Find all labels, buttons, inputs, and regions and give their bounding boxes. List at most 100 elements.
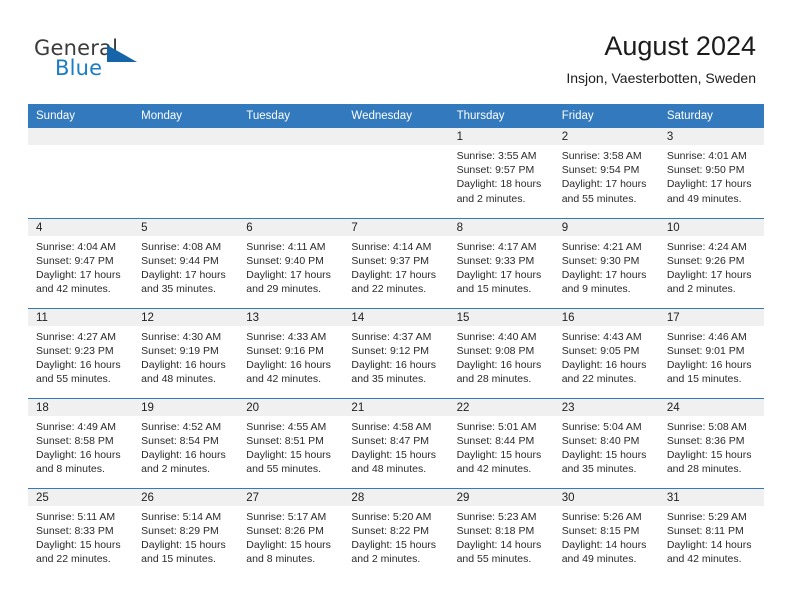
daylight-text: Daylight: 18 hours and 2 minutes. [456, 178, 542, 205]
day-number: 8 [448, 218, 554, 236]
page-header: General Blue August 2024 Insjon, Vaester… [0, 0, 792, 100]
day-number: 9 [553, 218, 659, 236]
day-number: 23 [553, 398, 659, 416]
calendar-day-cell[interactable]: 5 Sunrise: 4:08 AM Sunset: 9:44 PM Daylight… [133, 217, 239, 308]
sunset-text: Sunset: 9:30 PM [561, 254, 640, 267]
calendar-day-cell[interactable]: 1 Sunrise: 3:55 AM Sunset: 9:57 PM Daylight… [448, 128, 554, 218]
day-number: 12 [133, 308, 239, 326]
daylight-text: Daylight: 17 hours and 42 minutes. [36, 268, 121, 296]
day-details: Sunrise: 4:49 AM Sunset: 8:58 PM Daylight:… [28, 416, 133, 477]
calendar-day-cell[interactable]: 18 Sunrise: 4:49 AM Sunset: 8:58 PM Dayligh… [28, 397, 134, 488]
calendar-day-cell[interactable]: 25 Sunrise: 5:11 AM Sunset: 8:33 PM Dayligh… [28, 487, 134, 578]
sunset-text: Sunset: 8:11 PM [666, 524, 744, 537]
day-details: Sunrise: 4:40 AM Sunset: 9:08 PM Daylight:… [449, 326, 554, 387]
day-details: Sunrise: 4:11 AM Sunset: 9:40 PM Daylight:… [238, 236, 343, 297]
sunset-text: Sunset: 8:36 PM [666, 434, 745, 447]
calendar-day-cell[interactable]: 11 Sunrise: 4:27 AM Sunset: 9:23 PM Dayligh… [28, 307, 134, 398]
daylight-text: Daylight: 16 hours and 48 minutes. [141, 358, 226, 386]
calendar-day-cell[interactable]: 19 Sunrise: 4:52 AM Sunset: 8:54 PM Dayligh… [133, 397, 239, 488]
calendar-day-cell[interactable]: 12 Sunrise: 4:30 AM Sunset: 9:19 PM Dayligh… [133, 307, 239, 398]
calendar-day-cell[interactable]: 28 Sunrise: 5:20 AM Sunset: 8:22 PM Dayligh… [343, 487, 449, 578]
day-details: Sunrise: 5:11 AM Sunset: 8:33 PM Daylight:… [28, 506, 133, 567]
sunrise-text: Sunrise: 4:43 AM [561, 330, 642, 343]
calendar-day-cell[interactable]: 8 Sunrise: 4:17 AM Sunset: 9:33 PM Daylight… [448, 217, 554, 308]
calendar-day-cell[interactable]: 20 Sunrise: 4:55 AM Sunset: 8:51 PM Dayligh… [238, 397, 344, 488]
sunrise-text: Sunrise: 5:14 AM [141, 510, 222, 523]
calendar-day-cell[interactable]: 17 Sunrise: 4:46 AM Sunset: 9:01 PM Dayligh… [658, 307, 764, 398]
daylight-text: Daylight: 14 hours and 49 minutes. [561, 538, 647, 566]
day-number [28, 128, 134, 145]
sunrise-text: Sunrise: 4:40 AM [456, 330, 537, 343]
day-number [133, 128, 239, 145]
sunrise-text: Sunrise: 5:04 AM [561, 420, 642, 433]
sunset-text: Sunset: 8:22 PM [351, 524, 430, 537]
calendar-day-cell[interactable]: 2 Sunrise: 3:58 AM Sunset: 9:54 PM Daylight… [553, 128, 659, 218]
day-number: 19 [133, 398, 239, 416]
sunrise-text: Sunrise: 4:49 AM [36, 420, 116, 433]
sunset-text: Sunset: 9:44 PM [141, 254, 219, 267]
calendar-day-cell[interactable]: 13 Sunrise: 4:33 AM Sunset: 9:16 PM Dayligh… [238, 307, 344, 398]
day-details: Sunrise: 4:17 AM Sunset: 9:33 PM Daylight:… [449, 236, 554, 297]
calendar-day-cell[interactable]: 9 Sunrise: 4:21 AM Sunset: 9:30 PM Daylight… [553, 217, 659, 308]
generalblue-logo[interactable]: General Blue [34, 36, 154, 84]
day-details: Sunrise: 4:46 AM Sunset: 9:01 PM Daylight:… [659, 326, 764, 387]
sunset-text: Sunset: 9:54 PM [561, 164, 640, 177]
logo-text-blue: Blue [55, 56, 103, 80]
sunset-text: Sunset: 9:57 PM [456, 164, 535, 177]
daylight-text: Daylight: 15 hours and 35 minutes. [561, 448, 647, 476]
sunrise-text: Sunrise: 3:58 AM [561, 150, 642, 162]
day-details: Sunrise: 5:26 AM Sunset: 8:15 PM Daylight:… [554, 506, 659, 567]
daylight-text: Daylight: 14 hours and 55 minutes. [456, 538, 542, 566]
sunset-text: Sunset: 8:15 PM [561, 524, 640, 537]
calendar-page: General Blue August 2024 Insjon, Vaester… [0, 0, 792, 612]
weekday-header-tuesday: Tuesday [238, 104, 344, 128]
calendar-body: 1 Sunrise: 3:55 AM Sunset: 9:57 PM Daylight… [28, 128, 764, 578]
calendar-week-row: 18 Sunrise: 4:49 AM Sunset: 8:58 PM Dayligh… [28, 397, 764, 488]
day-number: 27 [238, 488, 344, 506]
sunrise-text: Sunrise: 4:24 AM [666, 240, 747, 253]
sunset-text: Sunset: 8:29 PM [141, 524, 219, 537]
sunset-text: Sunset: 8:47 PM [351, 434, 430, 447]
calendar-day-cell[interactable]: 22 Sunrise: 5:01 AM Sunset: 8:44 PM Dayligh… [448, 397, 554, 488]
calendar-week-row: 11 Sunrise: 4:27 AM Sunset: 9:23 PM Dayligh… [28, 307, 764, 398]
calendar-day-cell[interactable]: 6 Sunrise: 4:11 AM Sunset: 9:40 PM Daylight… [238, 217, 344, 308]
weekday-header-wednesday: Wednesday [343, 104, 449, 128]
calendar-day-cell[interactable]: 10 Sunrise: 4:24 AM Sunset: 9:26 PM Dayligh… [658, 217, 764, 308]
calendar-day-cell[interactable]: 16 Sunrise: 4:43 AM Sunset: 9:05 PM Dayligh… [553, 307, 659, 398]
calendar-day-cell[interactable]: 21 Sunrise: 4:58 AM Sunset: 8:47 PM Dayligh… [343, 397, 449, 488]
calendar-day-cell[interactable]: 24 Sunrise: 5:08 AM Sunset: 8:36 PM Dayligh… [658, 397, 764, 488]
calendar-day-cell[interactable]: 3 Sunrise: 4:01 AM Sunset: 9:50 PM Daylight… [658, 128, 764, 218]
calendar-day-cell[interactable]: 7 Sunrise: 4:14 AM Sunset: 9:37 PM Daylight… [343, 217, 449, 308]
sunrise-text: Sunrise: 5:01 AM [456, 420, 537, 433]
daylight-text: Daylight: 15 hours and 2 minutes. [351, 538, 437, 566]
sunrise-text: Sunrise: 4:17 AM [456, 240, 537, 253]
calendar-week-row: 1 Sunrise: 3:55 AM Sunset: 9:57 PM Daylight… [28, 128, 764, 218]
calendar-day-cell[interactable]: 29 Sunrise: 5:23 AM Sunset: 8:18 PM Dayligh… [448, 487, 554, 578]
daylight-text: Daylight: 17 hours and 9 minutes. [561, 268, 647, 296]
day-number [238, 128, 344, 145]
calendar-table: Sunday Monday Tuesday Wednesday Thursday… [28, 104, 764, 578]
daylight-text: Daylight: 15 hours and 42 minutes. [456, 448, 542, 476]
day-number: 26 [133, 488, 239, 506]
day-number: 30 [553, 488, 659, 506]
daylight-text: Daylight: 15 hours and 28 minutes. [666, 448, 752, 476]
calendar-day-cell[interactable]: 26 Sunrise: 5:14 AM Sunset: 8:29 PM Dayligh… [133, 487, 239, 578]
day-details: Sunrise: 4:55 AM Sunset: 8:51 PM Daylight:… [238, 416, 343, 477]
calendar-day-cell[interactable]: 31 Sunrise: 5:29 AM Sunset: 8:11 PM Dayligh… [658, 487, 764, 578]
calendar-day-cell[interactable]: 23 Sunrise: 5:04 AM Sunset: 8:40 PM Dayligh… [553, 397, 659, 488]
sunset-text: Sunset: 9:37 PM [351, 254, 430, 267]
page-subtitle: Insjon, Vaesterbotten, Sweden [566, 70, 756, 86]
calendar-day-cell[interactable]: 15 Sunrise: 4:40 AM Sunset: 9:08 PM Dayligh… [448, 307, 554, 398]
calendar-day-cell[interactable]: 14 Sunrise: 4:37 AM Sunset: 9:12 PM Dayligh… [343, 307, 449, 398]
calendar-day-cell[interactable]: 4 Sunrise: 4:04 AM Sunset: 9:47 PM Daylight… [28, 217, 134, 308]
day-details: Sunrise: 5:29 AM Sunset: 8:11 PM Daylight:… [659, 506, 764, 567]
day-number: 7 [343, 218, 449, 236]
sunrise-text: Sunrise: 5:29 AM [666, 510, 747, 523]
sunrise-text: Sunrise: 4:21 AM [561, 240, 642, 253]
daylight-text: Daylight: 17 hours and 2 minutes. [666, 268, 752, 296]
page-title: August 2024 [604, 31, 756, 61]
calendar-day-cell[interactable]: 30 Sunrise: 5:26 AM Sunset: 8:15 PM Dayligh… [553, 487, 659, 578]
daylight-text: Daylight: 17 hours and 55 minutes. [561, 178, 647, 205]
sunset-text: Sunset: 9:08 PM [456, 344, 535, 357]
calendar-day-cell[interactable]: 27 Sunrise: 5:17 AM Sunset: 8:26 PM Dayligh… [238, 487, 344, 578]
